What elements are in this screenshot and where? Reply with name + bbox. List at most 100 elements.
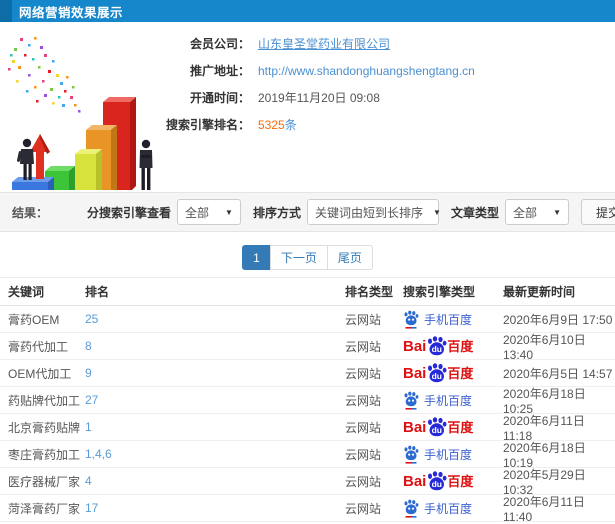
sort-filter-select[interactable]: 关键词由短到长排序 ▼ xyxy=(306,199,441,225)
page-title: 网络营销效果展示 xyxy=(19,5,124,20)
updated-cell: 2020年6月10日 13:40 xyxy=(503,332,586,362)
rank-type-cell: 云网站 xyxy=(345,393,382,408)
chevron-down-icon: ▼ xyxy=(553,207,561,217)
businessman-left-icon xyxy=(17,138,34,180)
rank-unit: 条 xyxy=(284,118,297,132)
table-row: OEM代加工 9 云网站 Bai du 百度 2020年6月5日 14:57 xyxy=(0,360,615,387)
baidu-name-text: 百度 xyxy=(447,419,474,435)
table-row: 膏药OEM 25 云网站 Bai du 百度 xyxy=(0,306,615,333)
baidu-bai-text: Bai xyxy=(403,337,427,355)
rank-type-cell: 云网站 xyxy=(345,366,382,381)
baidu-bai-text: Bai xyxy=(403,472,427,490)
submit-button[interactable]: 提交 xyxy=(580,199,615,225)
baidu-paw-icon: du xyxy=(428,471,447,491)
baidu-pc-logo: Bai du 百度 xyxy=(403,336,473,356)
engine-type-cell: Bai du 百度 xyxy=(403,336,503,356)
engine-filter-select[interactable]: 全部 ▼ xyxy=(176,199,241,225)
article-type-label: 文章类型 xyxy=(450,205,499,220)
svg-text:du: du xyxy=(432,371,442,381)
keyword-rank-table: 关键词 排名 排名类型 搜索引擎类型 最新更新时间 膏药OEM 25 云网站 B… xyxy=(0,277,615,524)
svg-text:du: du xyxy=(432,344,442,354)
updated-cell: 2020年6月5日 14:57 xyxy=(503,366,613,381)
rank-type-cell: 云网站 xyxy=(345,474,382,489)
article-type-select[interactable]: 全部 ▼ xyxy=(504,199,569,225)
engine-rank-label: 搜索引擎排名： xyxy=(165,118,250,132)
title-bar-accent-strip xyxy=(0,0,12,22)
baidu-paw-icon: du xyxy=(428,336,447,356)
rank-link[interactable]: 1 xyxy=(85,420,92,434)
rank-link[interactable]: 25 xyxy=(85,312,98,326)
table-header-row: 关键词 排名 排名类型 搜索引擎类型 最新更新时间 xyxy=(0,278,615,306)
baidu-name-text: 百度 xyxy=(447,338,474,354)
mobile-baidu-paw-icon xyxy=(404,499,419,518)
growth-chart-illustration xyxy=(0,30,185,216)
open-time-value: 2019年11月20日 09:08 xyxy=(258,91,380,105)
rank-type-cell: 云网站 xyxy=(345,312,382,327)
rank-link[interactable]: 27 xyxy=(85,393,98,407)
keyword-cell: 菏泽膏药厂家 xyxy=(8,501,81,516)
rank-type-cell: 云网站 xyxy=(345,501,382,516)
company-link[interactable]: 山东皇圣堂药业有限公司 xyxy=(258,35,390,52)
baidu-paw-icon: du xyxy=(428,417,447,437)
table-row: 医疗器械厂家 4 云网站 Bai du 百度 2020年5月29日 10:32 xyxy=(0,468,615,497)
pagination: 1 下一页 尾页 xyxy=(0,245,615,270)
engine-filter-value: 全部 xyxy=(184,205,209,220)
info-row-rank-count: 搜索引擎排名： 5325条 xyxy=(160,111,615,138)
table-row: 菏泽膏药厂家 17 云网站 Bai du 百度 xyxy=(0,494,615,524)
next-page-button[interactable]: 下一页 xyxy=(269,245,328,270)
baidu-mobile-logo: 手机百度 xyxy=(403,391,472,410)
rank-count[interactable]: 5325 xyxy=(258,118,285,132)
page-1-button[interactable]: 1 xyxy=(242,245,271,270)
rank-link[interactable]: 17 xyxy=(85,501,98,515)
baidu-pc-logo: Bai du 百度 xyxy=(403,363,473,383)
result-filter-bar: 结果： 分搜索引擎查看 全部 ▼ 排序方式 关键词由短到长排序 ▼ 文章类型 全… xyxy=(0,192,615,232)
rank-type-cell: 云网站 xyxy=(345,339,382,354)
svg-text:du: du xyxy=(432,479,442,489)
mobile-baidu-label: 手机百度 xyxy=(424,447,473,462)
rank-link[interactable]: 8 xyxy=(85,339,92,353)
baidu-bai-text: Bai xyxy=(403,418,427,436)
chevron-down-icon: ▼ xyxy=(432,207,441,217)
baidu-mobile-logo: 手机百度 xyxy=(403,499,472,518)
info-row-company: 会员公司： 山东皇圣堂药业有限公司 xyxy=(160,30,615,57)
keyword-cell: 膏药OEM xyxy=(8,312,60,327)
keyword-cell: 膏药代加工 xyxy=(8,339,69,354)
engine-type-cell: Bai du 百度 xyxy=(403,417,503,437)
baidu-bai-text: Bai xyxy=(403,364,427,382)
rank-link[interactable]: 1,4,6 xyxy=(85,447,112,461)
rank-link[interactable]: 9 xyxy=(85,366,92,380)
company-label: 会员公司： xyxy=(189,37,250,51)
promo-url-label: 推广地址： xyxy=(189,64,250,78)
last-page-button[interactable]: 尾页 xyxy=(326,245,373,270)
table-row: 膏药代加工 8 云网站 Bai du 百度 2020年6月10日 13:40 xyxy=(0,332,615,362)
header-rank: 排名 xyxy=(85,285,110,299)
baidu-pc-logo: Bai du 百度 xyxy=(403,471,473,491)
header-updated: 最新更新时间 xyxy=(503,285,576,299)
bar-yellow xyxy=(75,149,102,207)
header-engine-type: 搜索引擎类型 xyxy=(403,285,476,299)
keyword-cell: 枣庄膏药加工 xyxy=(8,447,81,462)
keyword-cell: 北京膏药贴牌 xyxy=(8,420,81,435)
rank-link[interactable]: 4 xyxy=(85,474,92,488)
baidu-paw-icon: du xyxy=(428,363,447,383)
engine-type-cell: Bai du 百度 xyxy=(403,499,503,518)
updated-cell: 2020年6月9日 17:50 xyxy=(503,312,613,327)
bar-chart-growth-image xyxy=(5,37,159,216)
mobile-baidu-label: 手机百度 xyxy=(424,393,473,408)
mobile-baidu-paw-icon xyxy=(404,445,419,464)
promo-url-link[interactable]: http://www.shandonghuangshengtang.cn xyxy=(258,64,475,78)
engine-type-cell: Bai du 百度 xyxy=(403,471,503,491)
mobile-baidu-paw-icon xyxy=(404,310,419,329)
baidu-name-text: 百度 xyxy=(447,365,474,381)
header-rank-type: 排名类型 xyxy=(345,285,394,299)
engine-type-cell: Bai du 百度 xyxy=(403,363,503,383)
keyword-cell: OEM代加工 xyxy=(8,366,72,381)
member-info-panel: 会员公司： 山东皇圣堂药业有限公司 推广地址： http://www.shand… xyxy=(160,30,615,138)
info-row-url: 推广地址： http://www.shandonghuangshengtang.… xyxy=(160,57,615,84)
mobile-baidu-label: 手机百度 xyxy=(424,501,473,516)
updated-cell: 2020年6月11日 11:40 xyxy=(503,494,585,524)
engine-rank-value[interactable]: 5325条 xyxy=(258,116,297,133)
open-time-label: 开通时间： xyxy=(189,91,250,105)
sort-filter-label: 排序方式 xyxy=(252,205,301,220)
engine-filter-label: 分搜索引擎查看 xyxy=(86,205,171,220)
